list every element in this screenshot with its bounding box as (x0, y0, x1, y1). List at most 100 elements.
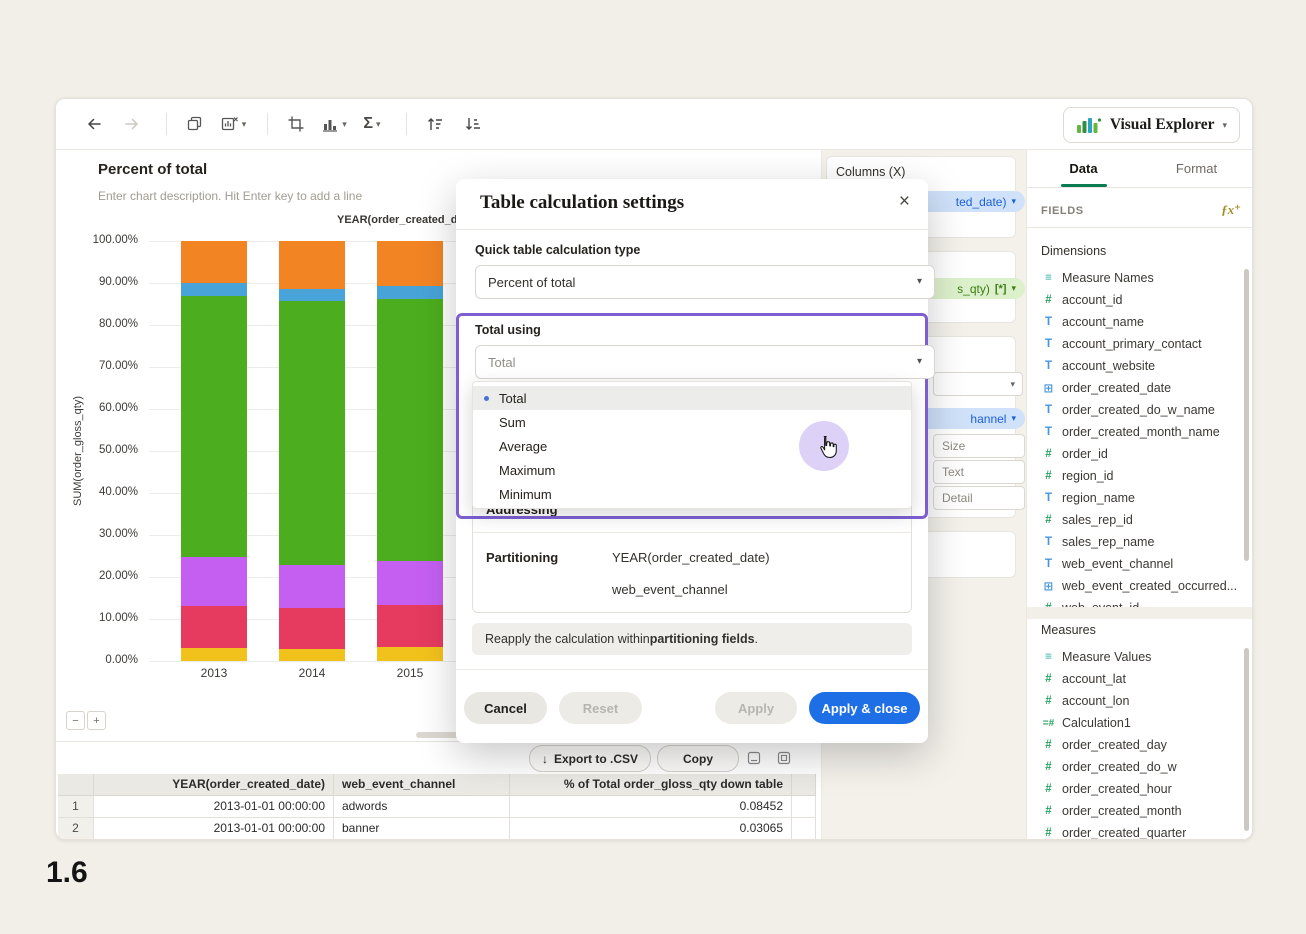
field-item[interactable]: #order_created_month (1033, 800, 1239, 822)
bar-segment-segment-yellow[interactable] (181, 648, 247, 661)
field-item[interactable]: Tsales_rep_name (1033, 531, 1239, 553)
apply-close-button[interactable]: Apply & close (809, 692, 920, 724)
create-calculation-icon[interactable]: ƒx⁺ (1221, 202, 1241, 218)
field-item[interactable]: #order_created_do_w (1033, 756, 1239, 778)
field-item[interactable]: #order_created_day (1033, 734, 1239, 756)
back-button[interactable] (78, 107, 110, 141)
zoom-out-button[interactable]: − (66, 711, 85, 730)
mark-target-text[interactable]: Text (933, 460, 1025, 484)
chart-remove-icon (220, 115, 239, 133)
toolbar-divider (166, 113, 167, 135)
bar-segment-segment-green[interactable] (279, 301, 345, 565)
field-label: account_website (1062, 359, 1155, 373)
zoom-in-button[interactable]: + (87, 711, 106, 730)
bar-segment-segment-red[interactable] (181, 606, 247, 648)
dropdown-option-label: Minimum (499, 487, 552, 502)
field-item[interactable]: ≡Measure Values (1033, 646, 1239, 668)
quick-calc-select[interactable]: Percent of total ▾ (475, 265, 935, 299)
bar-segment-segment-red[interactable] (377, 605, 443, 647)
app-window: ▾ ▾ Σ ▾ Visual Explorer (55, 98, 1253, 840)
quick-calc-value: Percent of total (488, 275, 575, 290)
remove-chart-button[interactable]: ▾ (217, 107, 249, 141)
collapse-table-button[interactable] (746, 750, 762, 766)
columns-shelf-title: Columns (X) (836, 165, 905, 179)
crop-button[interactable] (280, 107, 312, 141)
bar-segment-segment-green[interactable] (181, 296, 247, 556)
text-icon: T (1041, 426, 1056, 438)
field-item[interactable]: #account_lon (1033, 690, 1239, 712)
bar-segment-segment-red[interactable] (279, 608, 345, 649)
close-icon[interactable]: × (899, 191, 910, 213)
field-item[interactable]: Torder_created_do_w_name (1033, 399, 1239, 421)
bar-segment-segment-green[interactable] (377, 299, 443, 561)
mark-target-detail[interactable]: Detail (933, 486, 1025, 510)
visual-explorer-button[interactable]: Visual Explorer ▾ (1063, 107, 1240, 143)
forward-button[interactable] (116, 107, 148, 141)
tab-format[interactable]: Format (1140, 149, 1253, 187)
bar-segment-segment-purple[interactable] (377, 561, 443, 605)
field-item[interactable]: #order_created_quarter (1033, 822, 1239, 839)
expand-table-button[interactable] (776, 750, 792, 766)
field-label: order_created_day (1062, 738, 1167, 752)
field-item[interactable]: Tweb_event_channel (1033, 553, 1239, 575)
field-item[interactable]: #account_id (1033, 289, 1239, 311)
bar-segment-segment-purple[interactable] (181, 557, 247, 606)
field-item[interactable]: ⊞web_event_created_occurred... (1033, 575, 1239, 597)
field-item[interactable]: #account_lat (1033, 668, 1239, 690)
dimensions-scrollbar[interactable] (1244, 269, 1249, 561)
bar-segment-segment-orange[interactable] (181, 241, 247, 283)
sort-descending-button[interactable] (457, 107, 489, 141)
bar-segment-segment-purple[interactable] (279, 565, 345, 608)
field-item[interactable]: #order_created_hour (1033, 778, 1239, 800)
bar-segment-segment-yellow[interactable] (377, 647, 443, 661)
dropdown-option-sum[interactable]: Sum (473, 410, 911, 434)
dropdown-option-total[interactable]: Total (473, 386, 911, 410)
apply-button[interactable]: Apply (715, 692, 797, 724)
export-csv-button[interactable]: ↓ Export to .CSV (529, 745, 651, 772)
stacked-bar-2014[interactable] (279, 241, 345, 661)
toolbar: ▾ ▾ Σ ▾ Visual Explorer (56, 99, 1252, 150)
bar-segment-segment-yellow[interactable] (279, 649, 345, 661)
y-tick-label: 10.00% (55, 612, 144, 624)
chart-type-button[interactable]: ▾ (318, 107, 350, 141)
field-label: account_id (1062, 293, 1122, 307)
expand-icon (777, 751, 791, 765)
table-calc-badge: [*] (995, 283, 1007, 295)
reset-button[interactable]: Reset (559, 692, 642, 724)
copy-button[interactable]: Copy (657, 745, 739, 772)
bar-segment-segment-blue[interactable] (377, 286, 443, 299)
dropdown-option-maximum[interactable]: Maximum (473, 458, 911, 482)
aggregate-button[interactable]: Σ ▾ (356, 107, 388, 141)
field-item[interactable]: ≡Measure Names (1033, 267, 1239, 289)
chevron-down-icon: ▾ (376, 120, 381, 129)
field-item[interactable]: Taccount_website (1033, 355, 1239, 377)
sort-ascending-button[interactable] (419, 107, 451, 141)
field-item[interactable]: #sales_rep_id (1033, 509, 1239, 531)
field-item[interactable]: =#Calculation1 (1033, 712, 1239, 734)
duplicate-chart-button[interactable] (179, 107, 211, 141)
stacked-bar-2013[interactable] (181, 241, 247, 661)
mark-type-select[interactable]: ▾ (933, 372, 1023, 396)
toolbar-divider (267, 113, 268, 135)
field-item[interactable]: Taccount_name (1033, 311, 1239, 333)
field-item[interactable]: Taccount_primary_contact (1033, 333, 1239, 355)
field-label: order_created_quarter (1062, 826, 1186, 839)
mark-target-size[interactable]: Size (933, 434, 1025, 458)
bar-segment-segment-blue[interactable] (181, 283, 247, 296)
field-item[interactable]: ⊞order_created_date (1033, 377, 1239, 399)
field-item[interactable]: Tregion_name (1033, 487, 1239, 509)
tab-data[interactable]: Data (1027, 149, 1140, 187)
total-using-select[interactable]: Total ▾ (475, 345, 935, 379)
results-table: YEAR(order_created_date) web_event_chann… (58, 774, 816, 840)
cancel-button[interactable]: Cancel (464, 692, 547, 724)
bar-segment-segment-orange[interactable] (377, 241, 443, 286)
stacked-bar-2015[interactable] (377, 241, 443, 661)
bar-segment-segment-orange[interactable] (279, 241, 345, 288)
field-item[interactable]: #region_id (1033, 465, 1239, 487)
bar-segment-segment-blue[interactable] (279, 289, 345, 301)
dropdown-option-minimum[interactable]: Minimum (473, 482, 911, 506)
field-label: order_created_do_w_name (1062, 403, 1215, 417)
measures-scrollbar[interactable] (1244, 648, 1249, 831)
field-item[interactable]: #order_id (1033, 443, 1239, 465)
field-item[interactable]: Torder_created_month_name (1033, 421, 1239, 443)
